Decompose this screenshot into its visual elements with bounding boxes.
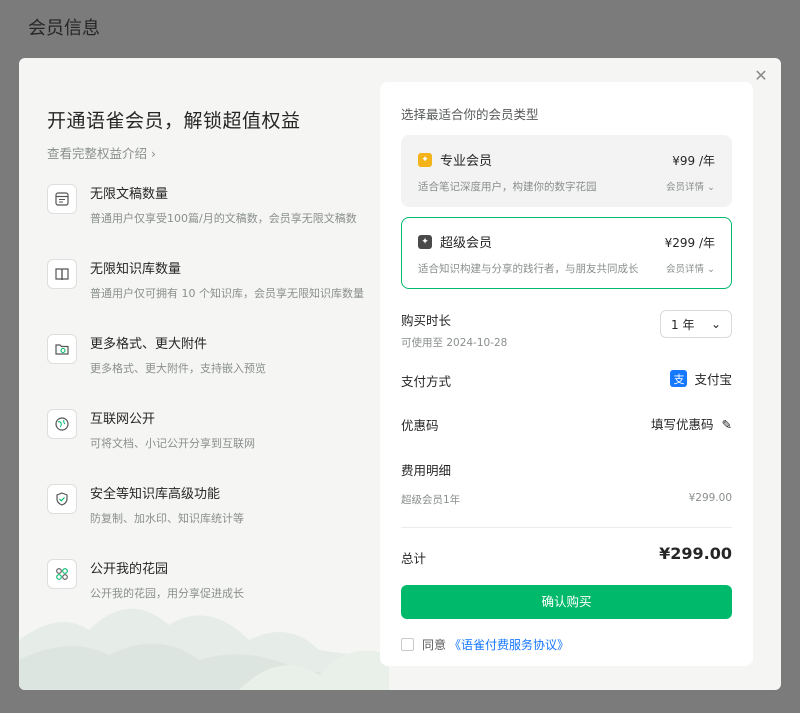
fee-amount: ¥299.00 <box>688 492 732 504</box>
chevron-down-icon: ⌄ <box>710 317 721 331</box>
globe-icon <box>47 409 77 439</box>
payment-method[interactable]: 支 支付宝 <box>670 369 732 388</box>
plan-name: 专业会员 <box>440 154 493 169</box>
duration-row: 购买时长 可使用至 2024-10-28 1 年 ⌄ <box>401 310 732 350</box>
fees-label: 费用明细 <box>401 463 452 478</box>
benefits-link[interactable]: 查看完整权益介绍 › <box>47 143 156 162</box>
feature-desc: 更多格式、更大附件，支持嵌入预览 <box>90 362 266 375</box>
chevron-down-icon: ⌄ <box>707 264 715 275</box>
feature-desc: 防复制、加水印、知识库统计等 <box>90 512 244 525</box>
plan-name: 超级会员 <box>440 236 493 251</box>
chevron-down-icon: ⌄ <box>707 182 715 193</box>
feature-item: 互联网公开 可将文档、小记公开分享到互联网 <box>47 407 377 482</box>
coupon-action-label: 填写优惠码 <box>651 417 714 432</box>
attachment-folder-icon <box>47 334 77 364</box>
fees-section: 费用明细 超级会员1年 ¥299.00 <box>401 460 732 506</box>
coupon-input-trigger[interactable]: 填写优惠码 ✎ <box>651 414 732 433</box>
coupon-row: 优惠码 填写优惠码 ✎ <box>401 415 732 445</box>
plan-detail-link[interactable]: 会员详情 ⌄ <box>666 261 715 275</box>
payment-row: 支付方式 支 支付宝 <box>401 369 732 399</box>
benefits-panel: 开通语雀会员，解锁超值权益 查看完整权益介绍 › 无限文稿数量 普通用户仅享受1… <box>47 106 377 632</box>
payment-method-label: 支付宝 <box>694 372 732 387</box>
plan-card-super[interactable]: ✦ 超级会员 ¥299 /年 适合知识构建与分享的践行者，与朋友共同成长 会员详… <box>401 217 732 289</box>
plan-desc: 适合知识构建与分享的践行者，与朋友共同成长 <box>418 263 639 275</box>
membership-modal: ✕ 开通语雀会员，解锁超值权益 查看完整权益介绍 › 无限文稿数量 普通用户仅享… <box>19 58 781 690</box>
total-row: 总计 ¥299.00 <box>401 544 732 578</box>
feature-desc: 公开我的花园，用分享促进成长 <box>90 587 244 600</box>
feature-desc: 普通用户仅享受100篇/月的文稿数，会员享无限文稿数 <box>90 212 357 225</box>
duration-select[interactable]: 1 年 ⌄ <box>660 310 732 338</box>
feature-item: 安全等知识库高级功能 防复制、加水印、知识库统计等 <box>47 482 377 557</box>
plan-price: ¥99 /年 <box>672 154 715 168</box>
garden-icon <box>47 559 77 589</box>
feature-title: 无限知识库数量 <box>90 262 182 277</box>
feature-list: 无限文稿数量 普通用户仅享受100篇/月的文稿数，会员享无限文稿数 无限知识库数… <box>47 182 377 632</box>
plan-price: ¥299 /年 <box>664 236 715 250</box>
duration-value: 1 年 <box>671 317 695 332</box>
feature-title: 公开我的花园 <box>90 562 169 577</box>
alipay-icon: 支 <box>670 370 688 387</box>
feature-desc: 普通用户仅可拥有 10 个知识库，会员享无限知识库数量 <box>90 287 364 300</box>
divider <box>401 527 732 528</box>
feature-title: 无限文稿数量 <box>90 187 169 202</box>
super-badge-icon: ✦ <box>418 234 432 249</box>
feature-item: 公开我的花园 公开我的花园，用分享促进成长 <box>47 557 377 632</box>
feature-title: 安全等知识库高级功能 <box>90 487 221 502</box>
feature-title: 更多格式、更大附件 <box>90 337 208 352</box>
agree-prefix: 同意 <box>422 638 447 652</box>
shield-check-icon <box>47 484 77 514</box>
pro-badge-icon: ✦ <box>418 152 432 167</box>
pencil-icon: ✎ <box>721 417 732 432</box>
plan-card-pro[interactable]: ✦ 专业会员 ¥99 /年 适合笔记深度用户，构建你的数字花园 会员详情 ⌄ <box>401 135 732 207</box>
feature-item: 无限知识库数量 普通用户仅可拥有 10 个知识库，会员享无限知识库数量 <box>47 257 377 332</box>
agreement-link[interactable]: 《语雀付费服务协议》 <box>449 636 569 653</box>
agreement-row: 同意 《语雀付费服务协议》 <box>401 636 732 653</box>
headline: 开通语雀会员，解锁超值权益 <box>47 110 301 132</box>
plan-detail-link[interactable]: 会员详情 ⌄ <box>666 179 715 193</box>
total-amount: ¥299.00 <box>659 544 732 563</box>
document-icon <box>47 184 77 214</box>
close-button[interactable]: ✕ <box>751 66 771 86</box>
feature-item: 无限文稿数量 普通用户仅享受100篇/月的文稿数，会员享无限文稿数 <box>47 182 377 257</box>
feature-title: 互联网公开 <box>90 412 156 427</box>
feature-item: 更多格式、更大附件 更多格式、更大附件，支持嵌入预览 <box>47 332 377 407</box>
fee-line-item: 超级会员1年 ¥299.00 <box>401 492 732 506</box>
plan-desc: 适合笔记深度用户，构建你的数字花园 <box>418 181 597 193</box>
purchase-panel: 选择最适合你的会员类型 ✦ 专业会员 ¥99 /年 适合笔记深度用户，构建你的数… <box>380 82 753 666</box>
confirm-purchase-button[interactable]: 确认购买 <box>401 585 732 619</box>
agree-checkbox[interactable] <box>401 638 414 651</box>
plan-choose-label: 选择最适合你的会员类型 <box>401 107 539 122</box>
book-icon <box>47 259 77 289</box>
fee-item: 超级会员1年 <box>401 494 461 506</box>
feature-desc: 可将文档、小记公开分享到互联网 <box>90 437 255 450</box>
